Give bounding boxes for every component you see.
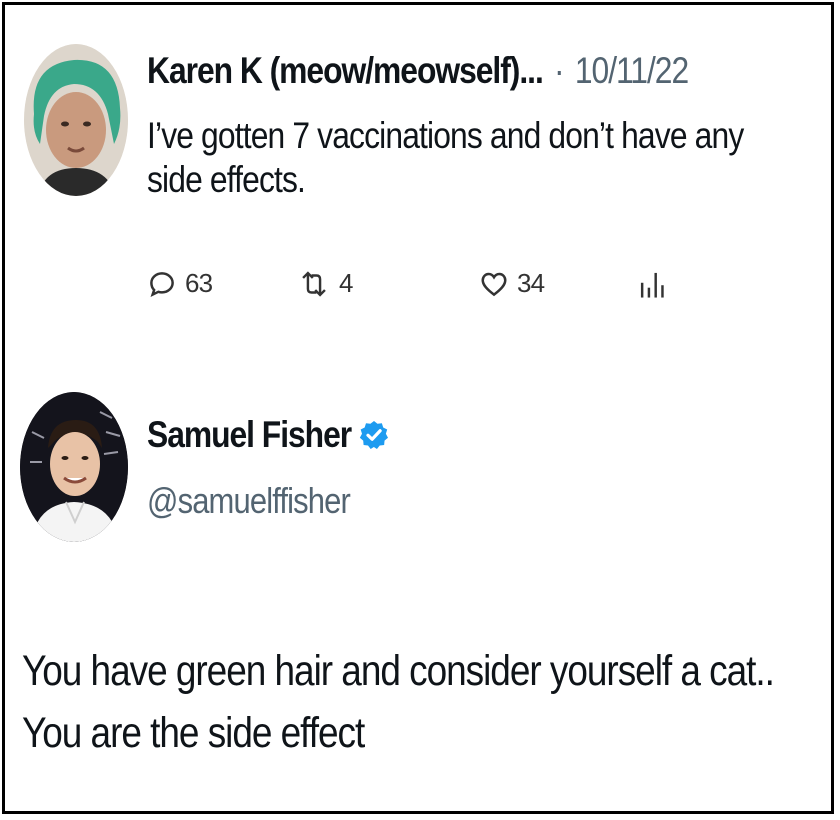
green-hair-person-avatar-icon (24, 44, 128, 196)
man-portrait-avatar-icon (20, 392, 128, 542)
reply-header: Samuel Fisher (147, 414, 390, 456)
retweet-icon (302, 270, 326, 297)
reply-button[interactable]: 63 (147, 268, 213, 299)
reply-text: You have green hair and consider yoursel… (22, 647, 775, 757)
like-button[interactable]: 34 (479, 268, 545, 299)
reply-handle[interactable]: @samuelffisher (147, 480, 351, 522)
header-separator: · (554, 50, 565, 91)
tweet-header: Karen K (meow/meowself)... · 10/11/22 (147, 50, 689, 92)
samuel-avatar[interactable] (20, 392, 128, 542)
like-count: 34 (517, 268, 545, 298)
tweet-date[interactable]: 10/11/22 (575, 50, 689, 91)
views-chart-icon (640, 272, 664, 298)
views-button[interactable] (637, 268, 667, 300)
verified-badge-icon (360, 421, 389, 449)
retweet-button[interactable]: 4 (297, 268, 353, 299)
reply-count: 63 (185, 268, 213, 298)
reply-author-name[interactable]: Samuel Fisher (147, 414, 352, 456)
retweet-count: 4 (339, 268, 353, 298)
tweet-text: I’ve gotten 7 vaccinations and don’t hav… (147, 115, 744, 200)
tweet-actions: 63 4 34 (147, 268, 747, 308)
tweet-author-name[interactable]: Karen K (meow/meowself)... (147, 50, 544, 91)
reply-icon (150, 271, 174, 297)
heart-icon (481, 272, 507, 296)
karen-avatar[interactable] (24, 44, 128, 196)
